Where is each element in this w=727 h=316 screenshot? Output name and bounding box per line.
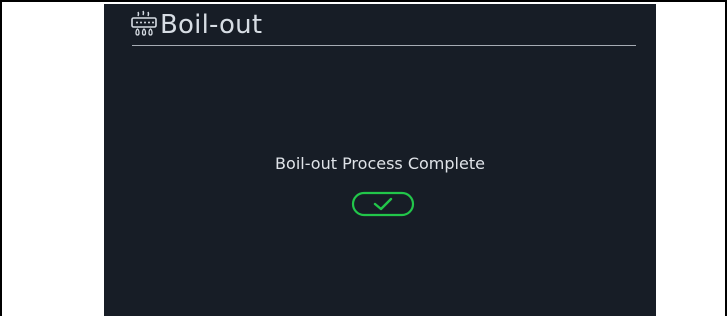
page-title: Boil-out xyxy=(160,10,263,40)
confirm-button[interactable] xyxy=(351,190,415,218)
header-divider xyxy=(132,45,636,46)
page: Boil-out Boil-out Process Complete xyxy=(0,0,727,316)
device-screen: Boil-out Boil-out Process Complete xyxy=(104,4,656,316)
checkmark-icon xyxy=(351,191,415,217)
fryer-boil-icon xyxy=(130,10,158,38)
status-message: Boil-out Process Complete xyxy=(275,154,485,173)
screen-header: Boil-out xyxy=(130,8,636,48)
frame-top-border xyxy=(0,0,727,2)
frame-left-border xyxy=(0,0,2,316)
